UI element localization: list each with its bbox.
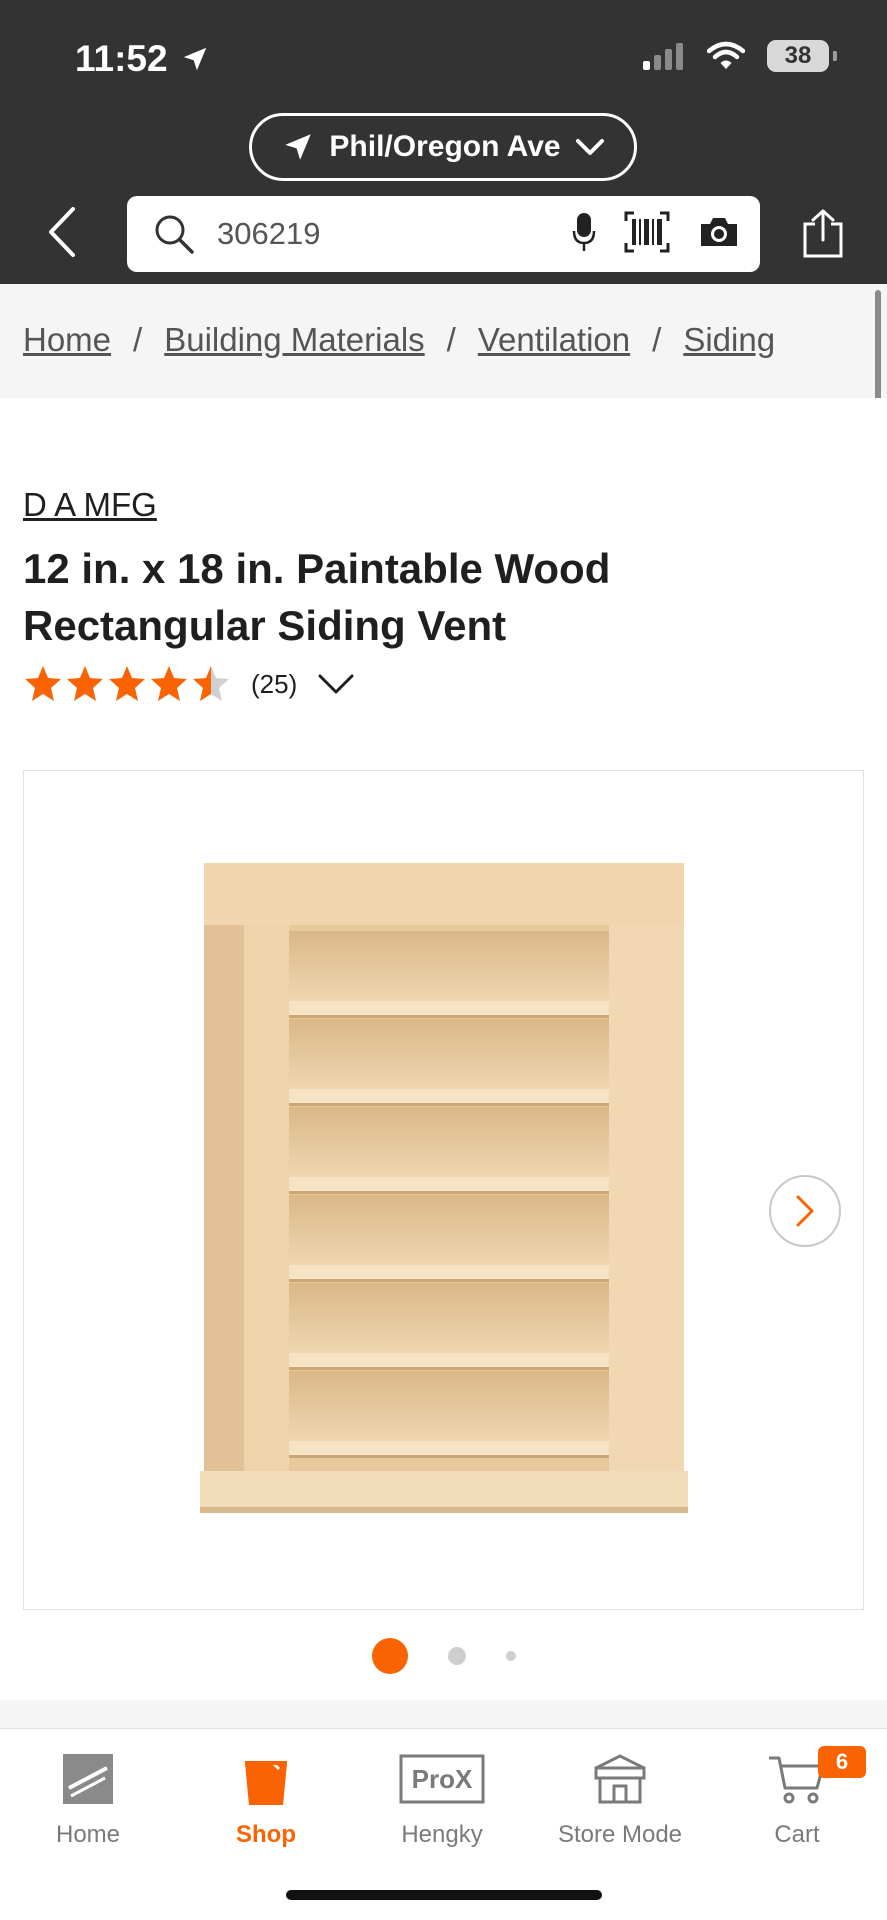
status-time: 11:52 (75, 38, 210, 80)
breadcrumb: Home / Building Materials / Ventilation … (0, 284, 887, 396)
tab-hengky[interactable]: ProX Hengky (362, 1747, 522, 1849)
pagination-dot[interactable] (505, 1651, 516, 1661)
product-image (200, 863, 688, 1513)
store-selector[interactable]: Phil/Oregon Ave (249, 113, 637, 181)
tab-label: Hengky (401, 1821, 483, 1848)
chevron-left-icon (49, 207, 75, 257)
rating-summary[interactable]: (25) (23, 664, 355, 704)
svg-text:ProX: ProX (412, 1764, 473, 1794)
search-icon (155, 215, 194, 254)
star-full-icon (67, 666, 103, 701)
barcode-scanner-icon[interactable] (624, 211, 670, 258)
breadcrumb-separator: / (652, 321, 662, 358)
breadcrumb-separator: / (446, 321, 456, 358)
bucket-icon (245, 1751, 287, 1805)
storefront-icon (594, 1754, 646, 1804)
location-arrow-icon (183, 47, 206, 71)
home-indicator (286, 1890, 602, 1900)
next-image-button[interactable] (769, 1175, 841, 1247)
store-name: Phil/Oregon Ave (329, 130, 561, 163)
tab-store-mode[interactable]: Store Mode (540, 1747, 700, 1849)
pagination-dot-active[interactable] (371, 1638, 408, 1674)
pagination-dot[interactable] (447, 1647, 466, 1665)
chevron-down-icon (318, 674, 354, 694)
battery-indicator: 38 (767, 40, 837, 72)
breadcrumb-siding[interactable]: Siding (683, 321, 775, 359)
clock-text: 11:52 (75, 38, 168, 79)
share-button[interactable] (796, 205, 850, 263)
breadcrumb-building-materials[interactable]: Building Materials (164, 321, 424, 359)
brand-link[interactable]: D A MFG (23, 486, 157, 524)
star-half-icon (193, 666, 229, 701)
tab-shop[interactable]: Shop (186, 1747, 346, 1849)
gallery-pagination (0, 1638, 887, 1674)
star-rating (23, 664, 231, 704)
wifi-icon (707, 41, 745, 69)
cart-count-badge: 6 (818, 1746, 866, 1778)
star-full-icon (25, 666, 61, 701)
product-image-gallery[interactable] (23, 770, 864, 1610)
tab-home[interactable]: Home (8, 1747, 168, 1849)
back-button[interactable] (40, 204, 84, 260)
tab-label: Shop (236, 1821, 296, 1848)
pro-x-icon: ProX (399, 1754, 485, 1804)
status-indicators: 38 (641, 40, 837, 72)
home-depot-logo-icon (63, 1754, 113, 1804)
star-full-icon (109, 666, 145, 701)
tab-label: Cart (774, 1821, 820, 1848)
cellular-signal-icon (643, 43, 683, 70)
tab-label: Home (55, 1821, 121, 1848)
tab-label: Store Mode (557, 1821, 683, 1848)
search-bar[interactable] (127, 196, 760, 272)
share-icon (803, 209, 843, 258)
microphone-icon[interactable] (572, 211, 596, 258)
product-card: D A MFG 12 in. x 18 in. Paintable Wood R… (0, 398, 887, 1700)
search-input[interactable] (217, 216, 572, 252)
star-full-icon (151, 666, 187, 701)
chevron-down-icon (575, 139, 604, 155)
breadcrumb-home[interactable]: Home (23, 321, 111, 359)
app-header: 11:52 38 Phil/Oregon Ave (0, 0, 887, 284)
chevron-right-icon (796, 1195, 814, 1227)
breadcrumb-separator: / (133, 321, 143, 358)
location-arrow-icon (285, 134, 312, 160)
review-count: (25) (251, 668, 298, 699)
breadcrumb-ventilation[interactable]: Ventilation (478, 321, 630, 359)
product-title: 12 in. x 18 in. Paintable Wood Rectangul… (23, 545, 611, 649)
camera-icon[interactable] (698, 215, 740, 254)
